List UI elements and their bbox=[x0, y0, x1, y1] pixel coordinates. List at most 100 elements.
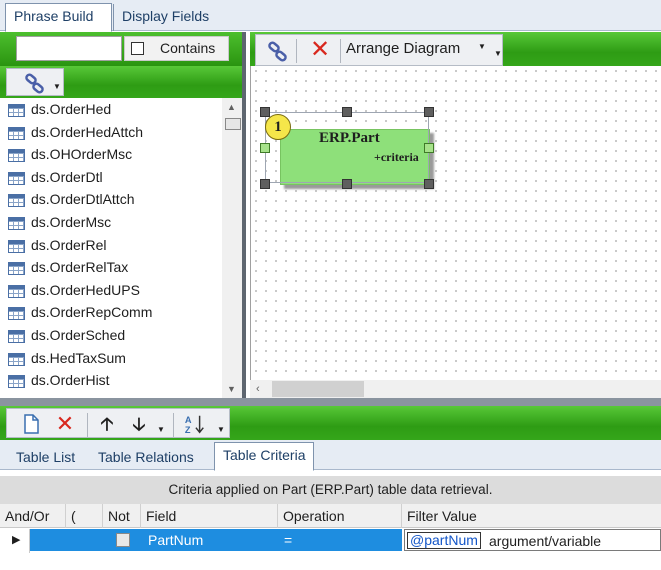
column-header-and-or[interactable]: And/Or bbox=[0, 504, 66, 528]
node-title: ERP.Part bbox=[319, 130, 380, 146]
resize-handle[interactable] bbox=[342, 107, 352, 117]
criteria-toolbar: ✕ 🡡 🡣 ▼ A Z ▼ bbox=[0, 406, 661, 440]
list-item[interactable]: ds.OrderRel bbox=[0, 235, 222, 257]
column-header-filter-value[interactable]: Filter Value bbox=[402, 504, 661, 528]
current-row-arrow-icon: ▶ bbox=[12, 534, 21, 546]
list-item-label: ds.OrderRelTax bbox=[31, 259, 129, 276]
filter-variable-token[interactable]: @partNum bbox=[407, 532, 481, 549]
list-item[interactable]: ds.OrderHedAttch bbox=[0, 122, 222, 144]
list-item[interactable]: ds.HedTaxSum bbox=[0, 348, 222, 370]
toolbar-separator bbox=[296, 39, 297, 63]
criteria-caption: Criteria applied on Part (ERP.Part) tabl… bbox=[0, 476, 661, 504]
new-document-icon[interactable] bbox=[19, 412, 43, 436]
list-item-label: ds.OrderMsc bbox=[31, 214, 112, 230]
tab-phrase-build[interactable]: Phrase Build bbox=[5, 3, 112, 32]
arrange-diagram-button[interactable]: Arrange Diagram bbox=[346, 40, 460, 57]
contains-toggle[interactable]: Contains bbox=[124, 36, 229, 61]
svg-text:Z: Z bbox=[185, 425, 191, 435]
scroll-thumb[interactable] bbox=[272, 381, 364, 397]
top-tab-strip: Phrase Build Display Fields bbox=[0, 0, 661, 32]
sort-az-icon[interactable]: A Z bbox=[183, 412, 207, 436]
list-item[interactable]: ds.OrderMsc bbox=[0, 212, 222, 234]
column-header-not[interactable]: Not bbox=[103, 504, 141, 528]
resize-handle[interactable] bbox=[424, 179, 434, 189]
list-item[interactable]: ds.OrderRepComm bbox=[0, 302, 222, 324]
diagram-canvas[interactable]: 1 ERP.Part +criteria bbox=[250, 66, 661, 380]
chevron-down-icon[interactable]: ▼ bbox=[494, 49, 502, 58]
scroll-left-icon[interactable]: ‹ bbox=[256, 383, 260, 395]
svg-text:A: A bbox=[185, 415, 192, 425]
scroll-thumb[interactable] bbox=[225, 118, 241, 130]
list-item-label: ds.OrderDtlAttch bbox=[31, 191, 135, 208]
column-header-operation[interactable]: Operation bbox=[278, 504, 402, 528]
left-vertical-scrollbar[interactable]: ▲ ▼ bbox=[222, 98, 242, 398]
list-item[interactable]: ds.OrderHist bbox=[0, 370, 222, 392]
link-icon[interactable] bbox=[266, 41, 290, 63]
toolbar-separator bbox=[173, 413, 174, 437]
move-down-icon[interactable]: 🡣 bbox=[127, 412, 151, 436]
search-input[interactable] bbox=[16, 36, 122, 61]
connection-handle[interactable] bbox=[260, 143, 270, 153]
resize-handle[interactable] bbox=[260, 107, 270, 117]
move-up-icon[interactable]: 🡡 bbox=[95, 412, 119, 436]
list-item[interactable]: ds.OHOrderMsc bbox=[0, 144, 222, 166]
connection-handle[interactable] bbox=[424, 143, 434, 153]
panel-splitter[interactable] bbox=[0, 398, 661, 406]
scroll-down-icon[interactable]: ▼ bbox=[227, 384, 236, 394]
criteria-grid-header: And/Or ( Not Field Operation Filter Valu… bbox=[0, 504, 661, 528]
criteria-row[interactable]: ▶ PartNum = @partNum argument/variable bbox=[0, 529, 661, 553]
list-item-label: ds.OrderHedUPS bbox=[31, 281, 140, 298]
filter-value-text: argument/variable bbox=[489, 533, 602, 549]
node-subtitle: +criteria bbox=[374, 150, 419, 164]
criteria-tool-group: ✕ 🡡 🡣 ▼ A Z ▼ bbox=[6, 408, 230, 438]
left-toolbar: ▼ bbox=[0, 66, 242, 98]
table-icon bbox=[8, 375, 25, 389]
row-indicator[interactable]: ▶ bbox=[0, 529, 30, 553]
resize-handle[interactable] bbox=[342, 179, 352, 189]
table-icon bbox=[8, 171, 25, 185]
list-item[interactable]: ds.OrderDtlAttch bbox=[0, 189, 222, 211]
tab-table-list[interactable]: Table List bbox=[16, 445, 75, 470]
list-item-label: ds.OrderDtl bbox=[31, 168, 103, 185]
not-checkbox[interactable] bbox=[116, 533, 130, 547]
list-item[interactable]: ds.OrderHed bbox=[0, 99, 222, 121]
resize-handle[interactable] bbox=[260, 179, 270, 189]
chevron-down-icon: ▼ bbox=[53, 82, 61, 91]
delete-icon[interactable]: ✕ bbox=[306, 37, 334, 63]
list-item[interactable]: ds.OrderDtl bbox=[0, 167, 222, 189]
table-icon bbox=[8, 104, 25, 117]
tab-display-fields[interactable]: Display Fields bbox=[113, 4, 233, 31]
table-icon bbox=[8, 352, 25, 366]
list-item-label: ds.OrderHist bbox=[31, 372, 110, 389]
search-strip: Contains bbox=[0, 32, 242, 66]
diagram-horizontal-scrollbar[interactable]: ‹ bbox=[250, 380, 661, 398]
selected-row-cells[interactable] bbox=[30, 529, 402, 551]
toolbar-separator bbox=[87, 413, 88, 437]
list-item-label: ds.HedTaxSum bbox=[31, 349, 126, 366]
tab-table-relations[interactable]: Table Relations bbox=[98, 445, 194, 470]
table-icon bbox=[8, 330, 25, 343]
table-icon bbox=[8, 239, 25, 253]
diagram-panel: ✕ Arrange Diagram ▼ ▼ 1 ERP.Part +criter… bbox=[250, 32, 661, 398]
list-item[interactable]: ds.OrderHedUPS bbox=[0, 280, 222, 302]
contains-checkbox[interactable] bbox=[131, 42, 144, 55]
tab-table-criteria[interactable]: Table Criteria bbox=[214, 442, 315, 471]
operation-cell[interactable]: = bbox=[284, 529, 292, 551]
column-header-field[interactable]: Field bbox=[141, 504, 278, 528]
table-icon bbox=[8, 194, 25, 208]
column-header-paren[interactable]: ( bbox=[66, 504, 103, 528]
table-icon bbox=[8, 126, 25, 140]
field-cell[interactable]: PartNum bbox=[148, 529, 203, 551]
resize-handle[interactable] bbox=[424, 107, 434, 117]
diagram-toolbar: ✕ Arrange Diagram ▼ ▼ bbox=[250, 32, 661, 66]
left-link-dropdown-button[interactable]: ▼ bbox=[6, 68, 64, 96]
diagram-tool-group: ✕ Arrange Diagram ▼ ▼ bbox=[255, 34, 503, 66]
list-item[interactable]: ds.OrderRelTax bbox=[0, 257, 222, 279]
chevron-down-icon[interactable]: ▼ bbox=[217, 425, 225, 434]
delete-icon[interactable]: ✕ bbox=[53, 412, 77, 436]
list-item[interactable]: ds.OrderSched bbox=[0, 325, 222, 347]
chevron-down-icon[interactable]: ▼ bbox=[157, 425, 165, 434]
table-list[interactable]: ds.OrderHed ds.OrderHedAttch ds.OHOrderMsc… bbox=[0, 98, 222, 398]
scroll-up-icon[interactable]: ▲ bbox=[227, 102, 236, 112]
filter-value-cell[interactable]: @partNum argument/variable bbox=[404, 529, 661, 551]
